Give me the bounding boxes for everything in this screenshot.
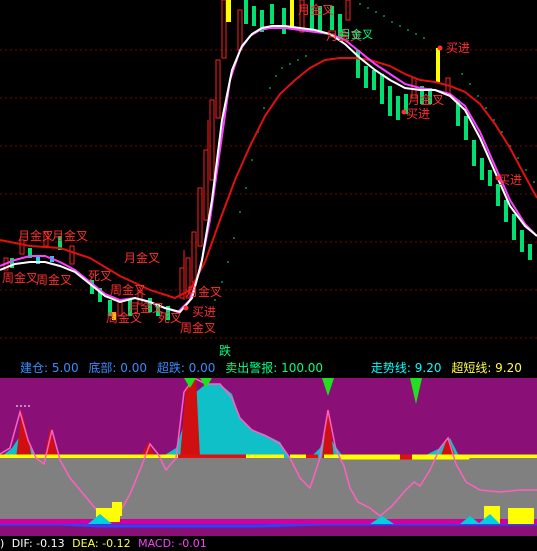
position-value: 建仓: 5.00 [20,361,79,375]
annotation-buy: 买进 [406,107,430,121]
macd-dif: DIF: -0.13 [11,537,65,550]
macd-dea: DEA: -0.12 [72,537,131,550]
indicator-info-bar: 建仓: 5.00 底部: 0.00 超跌: 0.00 卖出警报: 100.00 … [0,358,537,378]
ma-short-white [0,25,537,314]
price-chart-panel[interactable]: 月金叉 月金叉 周金叉 周金叉 月金叉 死叉 周金叉 周金叉 月金叉 月金叉 买… [0,0,537,358]
annotation-month-golden-cross: 月金叉 [186,284,222,299]
annotation-week-golden-cross: 周金叉 [36,272,72,287]
osc-baseline-magenta [0,519,537,524]
annotation-week-death-cross: 死叉 [158,311,182,325]
price-chart-svg: 月金叉 月金叉 周金叉 周金叉 月金叉 死叉 周金叉 周金叉 月金叉 月金叉 买… [0,0,537,358]
macd-prefix: ) [0,537,5,550]
annotation-death-cross: 死叉 [88,269,112,283]
annotation-month-golden-cross: 月金叉 [18,228,54,243]
oscillator-svg [0,377,537,536]
price-grid [0,49,537,339]
annotation-buy: 买进 [446,41,470,55]
bottom-value: 底部: 0.00 [88,361,147,375]
oscillator-panel[interactable] [0,377,537,536]
macd-info-bar: ) DIF: -0.13 DEA: -0.12 MACD: -0.01 [0,536,537,551]
oversold-value: 超跌: 0.00 [156,361,216,375]
buy-markers [183,45,501,311]
macd-value: MACD: -0.01 [138,537,207,550]
annotation-buy: 买进 [498,173,522,187]
annotation-month-golden-cross: 月金叉 [408,92,444,107]
annotation-buy: 买进 [192,305,216,319]
annotation-week-golden-cross: 周金叉 [110,282,146,297]
annotation-month-golden-cross: 月金叉 [298,2,334,17]
annotation-month-golden-cross-green: 月金叉 [340,27,373,41]
annotation-month-golden-cross: 月金叉 [124,250,160,265]
sell-alert-value: 卖出警报: 100.00 [225,361,324,375]
annotation-month-golden-cross: 月金叉 [52,228,88,243]
ultrashort-line-value: 超短线: 9.20 [451,361,522,375]
annotation-week-golden-cross: 周金叉 [180,320,216,335]
ma-mid-magenta [0,27,537,314]
trend-line-value: 走势线: 9.20 [370,361,442,375]
annotation-week-golden-cross: 周金叉 [2,270,38,285]
ma-long-red [0,57,537,300]
annotation-drop: 跌 [219,343,231,358]
